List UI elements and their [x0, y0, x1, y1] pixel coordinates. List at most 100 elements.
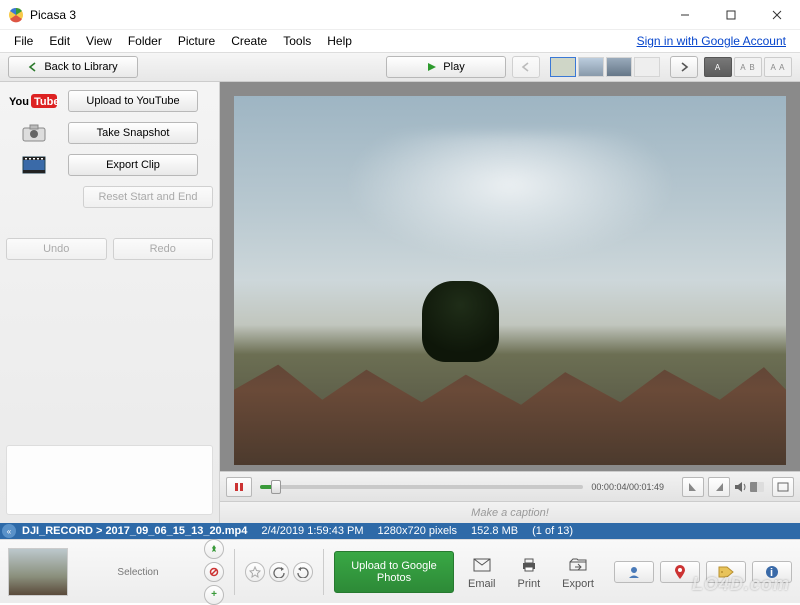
- email-icon: [471, 554, 493, 576]
- export-clip-button[interactable]: Export Clip: [68, 154, 198, 176]
- ratio-button-2[interactable]: A B: [734, 57, 762, 77]
- undo-button[interactable]: Undo: [6, 238, 107, 260]
- star-button[interactable]: [245, 562, 265, 582]
- pause-button[interactable]: [226, 477, 252, 497]
- info-bar: « DJI_RECORD > 2017_09_06_15_13_20.mp4 2…: [0, 523, 800, 539]
- map-pin-icon: [675, 565, 685, 579]
- upload-google-photos-button[interactable]: Upload to Google Photos: [334, 551, 454, 593]
- selection-panel: [8, 548, 72, 596]
- arrow-left-icon: [28, 62, 38, 72]
- menu-file[interactable]: File: [6, 32, 41, 50]
- ratio-button-3[interactable]: A A: [764, 57, 792, 77]
- email-button[interactable]: Email: [460, 552, 504, 592]
- thumbnail-1[interactable]: [550, 57, 576, 77]
- clear-icon: [209, 567, 219, 577]
- arrow-right-icon: [679, 62, 689, 72]
- toolbar: Back to Library Play A A B A A: [0, 52, 800, 82]
- aspect-ratio-group: A A B A A: [704, 57, 792, 77]
- volume-slider[interactable]: [750, 482, 764, 492]
- menu-tools[interactable]: Tools: [275, 32, 319, 50]
- youtube-icon: YouTube: [6, 92, 62, 110]
- ratio-button-1[interactable]: A: [704, 57, 732, 77]
- upload-youtube-button[interactable]: Upload to YouTube: [68, 90, 198, 112]
- export-row: Export Clip: [6, 154, 213, 176]
- camera-icon: [6, 123, 62, 143]
- menu-bar: File Edit View Folder Picture Create Too…: [0, 30, 800, 52]
- hold-button[interactable]: [204, 539, 224, 559]
- app-logo-icon: [8, 7, 24, 23]
- bottom-bar: Selection + Upload to Google Photos Emai…: [0, 539, 800, 603]
- playhead[interactable]: [271, 480, 281, 494]
- menu-create[interactable]: Create: [223, 32, 275, 50]
- fullscreen-icon: [777, 482, 789, 492]
- sign-in-link[interactable]: Sign in with Google Account: [637, 34, 794, 48]
- fullscreen-button[interactable]: [772, 477, 794, 497]
- mark-in-button[interactable]: [682, 477, 704, 497]
- export-icon: [567, 554, 589, 576]
- undo-redo-group: Undo Redo: [6, 238, 213, 260]
- player-controls: 00:00:04/00:01:49: [220, 471, 800, 501]
- speaker-icon: [734, 480, 748, 494]
- watermark: LO4D.com: [692, 574, 790, 595]
- take-snapshot-button[interactable]: Take Snapshot: [68, 122, 198, 144]
- rotate-right-icon: [297, 566, 309, 578]
- prev-button[interactable]: [512, 56, 540, 78]
- timeline-slider[interactable]: [260, 482, 583, 492]
- tray-actions: [245, 562, 313, 582]
- pause-icon: [234, 482, 244, 492]
- video-frame[interactable]: [234, 96, 786, 465]
- menu-folder[interactable]: Folder: [120, 32, 170, 50]
- film-icon: [6, 155, 62, 175]
- rotate-left-button[interactable]: [269, 562, 289, 582]
- thumbnail-2[interactable]: [578, 57, 604, 77]
- thumbnail-3[interactable]: [606, 57, 632, 77]
- play-icon: [427, 62, 437, 72]
- back-to-library-button[interactable]: Back to Library: [8, 56, 138, 78]
- time-display: 00:00:04/00:01:49: [591, 482, 678, 492]
- redo-button[interactable]: Redo: [113, 238, 214, 260]
- thumbnail-strip: [550, 57, 660, 77]
- clear-button[interactable]: [204, 562, 224, 582]
- snapshot-row: Take Snapshot: [6, 122, 213, 144]
- content-area: YouTube Upload to YouTube Take Snapshot …: [0, 82, 800, 523]
- menu-edit[interactable]: Edit: [41, 32, 78, 50]
- print-icon: [518, 554, 540, 576]
- play-button[interactable]: Play: [386, 56, 506, 78]
- window-minimize-button[interactable]: [662, 0, 708, 30]
- rotate-left-icon: [273, 566, 285, 578]
- menu-picture[interactable]: Picture: [170, 32, 223, 50]
- histogram-placeholder: [6, 445, 213, 515]
- print-button[interactable]: Print: [510, 552, 549, 592]
- viewer-panel: 00:00:04/00:01:49 Make a caption!: [220, 82, 800, 523]
- mark-out-button[interactable]: [708, 477, 730, 497]
- info-filesize: 152.8 MB: [471, 525, 518, 537]
- back-label: Back to Library: [44, 61, 117, 73]
- collapse-tray-button[interactable]: «: [2, 524, 16, 538]
- person-icon: [627, 565, 641, 579]
- export-button[interactable]: Export: [554, 552, 602, 592]
- menu-help[interactable]: Help: [319, 32, 360, 50]
- caption-field[interactable]: Make a caption!: [220, 501, 800, 523]
- menu-view[interactable]: View: [78, 32, 120, 50]
- selection-thumbnail[interactable]: [8, 548, 68, 596]
- info-date: 2/4/2019 1:59:43 PM: [261, 525, 363, 537]
- next-button[interactable]: [670, 56, 698, 78]
- window-maximize-button[interactable]: [708, 0, 754, 30]
- volume-control[interactable]: [734, 480, 764, 494]
- arrow-left-icon: [521, 62, 531, 72]
- pin-group: +: [204, 539, 224, 605]
- add-button[interactable]: +: [204, 585, 224, 605]
- youtube-row: YouTube Upload to YouTube: [6, 90, 213, 112]
- rotate-right-button[interactable]: [293, 562, 313, 582]
- people-button[interactable]: [614, 561, 654, 583]
- info-position: (1 of 13): [532, 525, 573, 537]
- selection-label: Selection: [117, 567, 158, 578]
- play-label: Play: [443, 61, 464, 73]
- pin-icon: [209, 544, 219, 554]
- mark-in-icon: [688, 482, 698, 492]
- reset-start-end-button[interactable]: Reset Start and End: [83, 186, 213, 208]
- thumbnail-4[interactable]: [634, 57, 660, 77]
- star-icon: [249, 566, 261, 578]
- window-close-button[interactable]: [754, 0, 800, 30]
- svg-text:You: You: [9, 96, 29, 108]
